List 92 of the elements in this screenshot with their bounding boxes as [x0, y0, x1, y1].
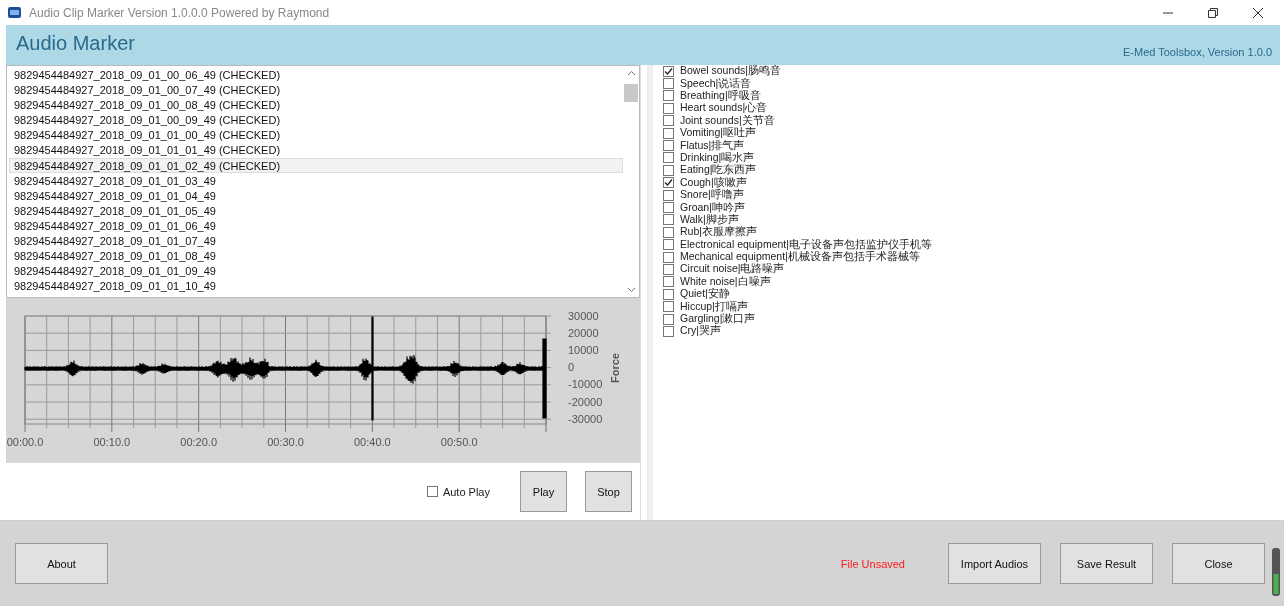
- axis-title: Force: [609, 353, 621, 383]
- action-button[interactable]: Close: [1172, 543, 1265, 584]
- category-label: Circuit noise|电路噪声: [680, 262, 785, 276]
- file-list-item[interactable]: 9829454484927_2018_09_01_01_09_49: [9, 263, 623, 279]
- scroll-down-icon[interactable]: [626, 287, 636, 293]
- category-checkbox[interactable]: [663, 127, 674, 139]
- file-list-item[interactable]: 9829454484927_2018_09_01_01_00_49 (CHECKED): [9, 127, 623, 143]
- category-label: Mechanical equipment|机械设备声包括手术器械等: [680, 250, 920, 264]
- category-label: Walk|脚步声: [680, 212, 739, 227]
- category-label: Snore|呼噜声: [680, 188, 744, 202]
- category-label: Electronical equipment|电子设备声包括监护仪手机等: [680, 237, 932, 250]
- axis-tick-label: 00:20.0: [180, 436, 217, 448]
- axis-tick-label: -20000: [568, 395, 603, 408]
- file-list-item[interactable]: 9829454484927_2018_09_01_01_03_49: [9, 172, 623, 188]
- file-list-item[interactable]: 9829454484927_2018_09_01_00_06_49 (CHECKED): [9, 67, 623, 83]
- category-label: Drinking|喝水声: [680, 150, 755, 165]
- category-checkbox[interactable]: [663, 301, 674, 313]
- category-label: Eating|吃东西声: [680, 163, 757, 177]
- level-meter-icon: [1272, 548, 1280, 596]
- file-list-item[interactable]: 9829454484927_2018_09_01_01_05_49: [9, 202, 623, 218]
- close-icon[interactable]: [1252, 6, 1264, 19]
- category-checkbox[interactable]: [663, 189, 674, 201]
- category-label: Gargling|漱口声: [680, 312, 756, 326]
- category-checkbox[interactable]: [663, 276, 674, 288]
- scroll-up-icon[interactable]: [626, 70, 636, 76]
- file-list-item[interactable]: 9829454484927_2018_09_01_00_07_49 (CHECKED): [9, 82, 623, 98]
- axis-tick-label: 30000: [568, 309, 599, 322]
- category-checkbox[interactable]: [663, 239, 674, 251]
- auto-play-checkbox[interactable]: [426, 486, 438, 497]
- axis-tick-label: 00:10.0: [93, 436, 131, 448]
- category-label: Speech|说话音: [680, 76, 752, 90]
- file-list-item[interactable]: 9829454484927_2018_09_01_01_04_49: [9, 187, 623, 203]
- category-checkbox[interactable]: [663, 140, 674, 152]
- app-icon: [8, 7, 21, 18]
- category-checkbox[interactable]: [663, 202, 674, 213]
- file-list-item[interactable]: 9829454484927_2018_09_01_00_08_49 (CHECKED): [9, 97, 623, 113]
- category-checkbox[interactable]: [663, 251, 674, 263]
- axis-tick-label: 10000: [568, 343, 599, 356]
- category-checkbox[interactable]: [663, 177, 674, 189]
- player-button[interactable]: Play: [520, 471, 567, 512]
- category-label: White noise|白噪声: [680, 274, 771, 288]
- action-button[interactable]: Save Result: [1060, 543, 1153, 584]
- player-button[interactable]: Stop: [585, 471, 632, 512]
- file-list-item[interactable]: 9829454484927_2018_09_01_01_01_49 (CHECKED): [9, 142, 623, 158]
- category-checkbox[interactable]: [663, 152, 674, 164]
- file-list-item[interactable]: 9829454484927_2018_09_01_01_07_49: [9, 233, 623, 249]
- axis-tick-label: -30000: [568, 412, 603, 425]
- file-list-item[interactable]: 9829454484927_2018_09_01_01_06_49: [9, 217, 623, 234]
- axis-tick-label: 00:30.0: [267, 436, 304, 448]
- about-button[interactable]: About: [15, 543, 108, 584]
- category-checkbox[interactable]: [663, 115, 674, 127]
- auto-play-label: Auto Play: [442, 485, 490, 498]
- category-label: Cough|咳嗽声: [680, 175, 747, 189]
- restore-icon[interactable]: [1207, 6, 1219, 19]
- axis-tick-label: 00:00.0: [6, 436, 44, 448]
- category-checkbox[interactable]: [663, 313, 674, 325]
- file-list-item[interactable]: 9829454484927_2018_09_01_01_02_49 (CHECKED): [9, 157, 623, 173]
- action-button[interactable]: Import Audios: [948, 543, 1041, 584]
- category-checkbox[interactable]: [663, 164, 674, 176]
- version-label: E-Med Toolsbox, Version 1.0.0: [1123, 45, 1273, 58]
- axis-tick-label: 0: [568, 361, 575, 374]
- category-checkbox[interactable]: [663, 78, 674, 90]
- category-label: Quiet|安静: [680, 287, 730, 301]
- save-status: File Unsaved: [840, 557, 905, 570]
- file-list-item[interactable]: 9829454484927_2018_09_01_01_08_49: [9, 248, 623, 264]
- category-checkbox[interactable]: [663, 102, 674, 114]
- axis-tick-label: 00:40.0: [354, 436, 391, 448]
- category-checkbox[interactable]: [663, 90, 674, 102]
- category-label: Joint sounds|关节音: [680, 113, 775, 127]
- category-checkbox[interactable]: [663, 325, 674, 337]
- category-checkbox[interactable]: [663, 288, 674, 300]
- file-list-item[interactable]: 9829454484927_2018_09_01_00_09_49 (CHECKED): [9, 112, 623, 128]
- axis-tick-label: 00:50.0: [440, 436, 478, 448]
- category-label: Groan|呻吟声: [680, 200, 745, 214]
- category-label: Breathing|呼吸音: [680, 89, 761, 102]
- category-label: Cry|哭声: [680, 324, 722, 339]
- scroll-thumb[interactable]: [624, 84, 638, 102]
- category-label: Vomiting|呕吐声: [680, 126, 756, 140]
- category-label: Bowel sounds|肠鸣音: [680, 64, 782, 78]
- axis-tick-label: -10000: [568, 378, 603, 391]
- file-list-item[interactable]: 9829454484927_2018_09_01_01_10_49: [9, 278, 623, 294]
- category-checkbox[interactable]: [663, 226, 674, 238]
- category-checkbox[interactable]: [663, 65, 674, 77]
- category-checkbox[interactable]: [663, 263, 674, 275]
- category-label: Rub|衣服摩擦声: [680, 225, 757, 240]
- window-title: Audio Clip Marker Version 1.0.0.0 Powered by Raymond: [29, 5, 330, 20]
- category-label: Hiccup|打嗝声: [680, 299, 748, 313]
- category-checkbox[interactable]: [663, 214, 674, 226]
- category-label: Flatus|排气声: [680, 138, 745, 152]
- app-heading: Audio Marker: [15, 31, 135, 55]
- category-label: Heart sounds|心音: [680, 101, 768, 115]
- axis-tick-label: 20000: [568, 326, 599, 339]
